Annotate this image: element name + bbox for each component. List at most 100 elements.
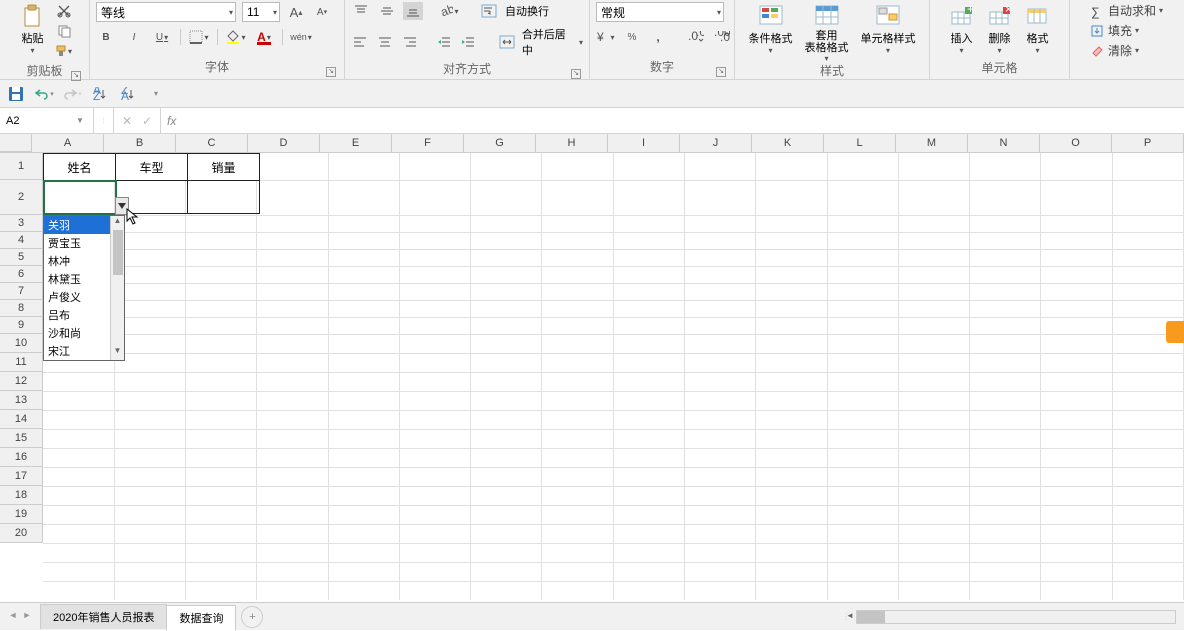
col-header-g[interactable]: G [464,134,536,152]
increase-indent-button[interactable] [459,33,478,51]
data-validation-dropdown-button[interactable] [115,197,129,215]
col-header-k[interactable]: K [752,134,824,152]
row-header-4[interactable]: 4 [0,232,43,249]
enter-formula-button[interactable]: ✓ [140,114,154,128]
header-type[interactable]: 车型 [116,154,188,181]
redo-button[interactable]: ▾ [62,84,82,104]
paste-button[interactable]: 粘贴 ▾ [16,2,50,57]
phonetic-button[interactable]: wén [291,28,311,46]
cancel-formula-button[interactable]: ✕ [120,114,134,128]
align-center-button[interactable] [376,33,395,51]
row-header-10[interactable]: 10 [0,334,43,353]
col-header-n[interactable]: N [968,134,1040,152]
col-header-j[interactable]: J [680,134,752,152]
cell-c2[interactable] [188,181,260,214]
sort-asc-button[interactable]: AZ [90,84,110,104]
align-right-button[interactable] [400,33,419,51]
underline-button[interactable]: U [152,28,172,46]
percent-button[interactable]: % [622,28,642,46]
delete-button[interactable]: × 删除▾ [983,2,1017,57]
qat-customize-button[interactable]: ▾ [146,84,166,104]
dropdown-scrollbar[interactable]: ▲ ▼ [110,216,124,360]
fill-color-button[interactable] [226,28,246,46]
alignment-dialog-launcher[interactable]: ↘ [571,69,581,79]
sort-desc-button[interactable]: ZA [118,84,138,104]
row-header-12[interactable]: 12 [0,372,43,391]
undo-button[interactable]: ▾ [34,84,54,104]
fill-button[interactable]: 填充▾ [1091,22,1163,39]
comma-button[interactable]: , [648,28,668,46]
autosum-button[interactable]: ∑自动求和▾ [1091,2,1163,19]
row-header-3[interactable]: 3 [0,215,43,232]
increase-font-button[interactable]: A▴ [286,3,306,21]
row-header-19[interactable]: 19 [0,505,43,524]
align-top-button[interactable] [351,2,371,20]
formula-input[interactable] [176,108,1184,133]
col-header-e[interactable]: E [320,134,392,152]
border-button[interactable] [189,28,209,46]
row-header-14[interactable]: 14 [0,410,43,429]
row-header-5[interactable]: 5 [0,249,43,266]
select-all-corner[interactable] [0,134,32,152]
name-box[interactable]: A2 ▼ [0,108,94,133]
row-header-16[interactable]: 16 [0,448,43,467]
fx-icon[interactable]: fx [161,114,176,128]
col-header-a[interactable]: A [32,134,104,152]
number-dialog-launcher[interactable]: ↘ [716,67,726,77]
row-header-17[interactable]: 17 [0,467,43,486]
tab-nav-prev[interactable]: ◄ [6,610,20,624]
add-sheet-button[interactable]: + [241,606,263,628]
merge-center-button[interactable]: 合并后居中 [522,26,573,58]
increase-decimal-button[interactable]: .0.00 [686,28,706,46]
col-header-i[interactable]: I [608,134,680,152]
sheet-tab-query[interactable]: 数据查询 [166,605,236,631]
clipboard-dialog-launcher[interactable]: ↘ [71,71,81,81]
font-color-button[interactable]: A [254,28,274,46]
row-header-18[interactable]: 18 [0,486,43,505]
col-header-b[interactable]: B [104,134,176,152]
scroll-thumb[interactable] [113,230,123,275]
font-name-combo[interactable]: 等线 [96,2,236,22]
clear-button[interactable]: 清除▾ [1091,42,1163,59]
side-badge-icon[interactable] [1166,321,1184,343]
row-header-6[interactable]: 6 [0,266,43,283]
orientation-button[interactable]: ab [439,2,459,20]
col-header-l[interactable]: L [824,134,896,152]
insert-button[interactable]: + 插入▾ [945,2,979,57]
row-header-11[interactable]: 11 [0,353,43,372]
align-bottom-button[interactable] [403,2,423,20]
format-painter-button[interactable] [54,42,74,60]
decrease-font-button[interactable]: A▾ [312,3,332,21]
align-left-button[interactable] [351,33,370,51]
col-header-o[interactable]: O [1040,134,1112,152]
row-header-13[interactable]: 13 [0,391,43,410]
sheet-tab-report[interactable]: 2020年销售人员报表 [40,604,167,629]
row-header-2[interactable]: 2 [0,180,43,215]
italic-button[interactable]: I [124,28,144,46]
align-middle-button[interactable] [377,2,397,20]
scroll-down-icon[interactable]: ▼ [111,346,125,360]
copy-button[interactable] [54,22,74,40]
col-header-h[interactable]: H [536,134,608,152]
row-header-9[interactable]: 9 [0,317,43,334]
cell-styles-button[interactable]: 单元格样式▾ [857,2,920,57]
accounting-format-button[interactable]: ¥ [596,28,616,46]
cut-button[interactable] [54,2,74,20]
number-format-combo[interactable]: 常规 [596,2,724,22]
conditional-format-button[interactable]: 条件格式▾ [745,2,797,57]
row-header-1[interactable]: 1 [0,153,43,180]
header-name[interactable]: 姓名 [44,154,116,181]
scroll-up-icon[interactable]: ▲ [111,216,125,230]
row-header-7[interactable]: 7 [0,283,43,300]
horizontal-scrollbar[interactable]: ◄ [856,610,1176,624]
col-header-f[interactable]: F [392,134,464,152]
col-header-m[interactable]: M [896,134,968,152]
col-header-c[interactable]: C [176,134,248,152]
row-header-8[interactable]: 8 [0,300,43,317]
wrap-text-button[interactable]: 自动换行 [505,3,549,19]
save-button[interactable] [6,84,26,104]
format-button[interactable]: 格式▾ [1021,2,1055,57]
font-dialog-launcher[interactable]: ↘ [326,67,336,77]
col-header-d[interactable]: D [248,134,320,152]
col-header-p[interactable]: P [1112,134,1184,152]
